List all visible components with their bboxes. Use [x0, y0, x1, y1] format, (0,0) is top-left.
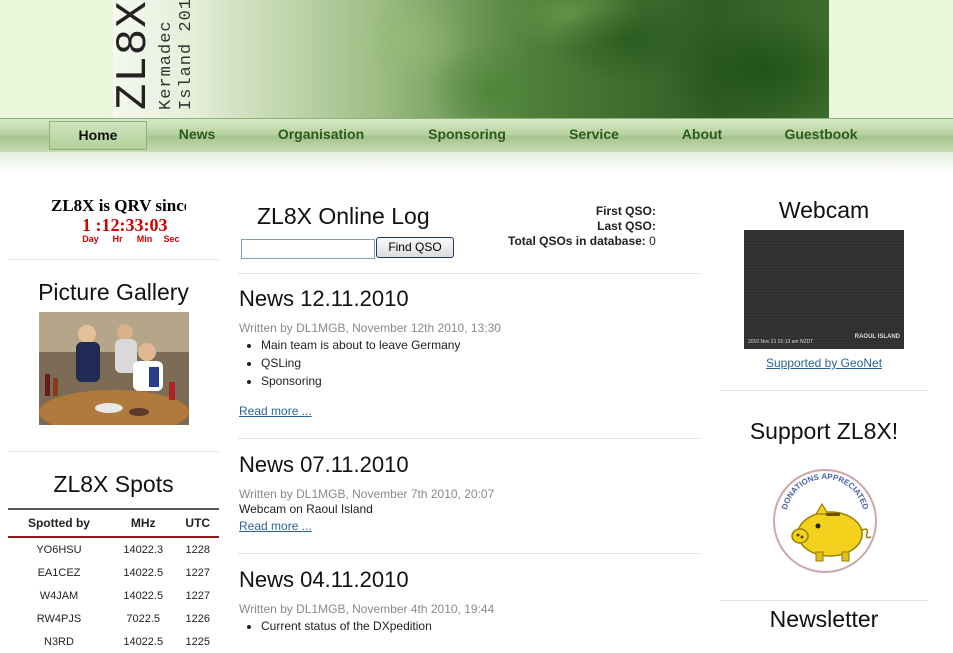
qso-stats: First QSO: Last QSO: Total QSOs in datab… — [508, 204, 656, 249]
total-qso-row: Total QSOs in database: 0 — [508, 234, 656, 249]
spots-header-row: Spotted by MHz UTC — [8, 508, 219, 538]
news-item-list: Main team is about to leave Germany QSLi… — [239, 336, 460, 390]
news-title[interactable]: News 12.11.2010 — [239, 286, 409, 312]
find-qso-button[interactable]: Find QSO — [376, 237, 454, 258]
first-qso-row: First QSO: — [508, 204, 656, 219]
spot-callsign: N3RD — [44, 635, 74, 648]
logo-subtitle-1: Kermadec — [157, 20, 176, 110]
main-nav: Home News Organisation Sponsoring Servic… — [0, 118, 953, 153]
news-meta: Written by DL1MGB, November 4th 2010, 19… — [239, 602, 495, 616]
news-title[interactable]: News 07.11.2010 — [239, 452, 409, 478]
nav-item-sponsoring[interactable]: Sponsoring — [415, 121, 519, 148]
header-banner: ZL8X Kermadec Island 2010 — [113, 0, 829, 118]
total-qso-label: Total QSOs in database: — [508, 234, 646, 248]
unit-second: Sec — [163, 234, 180, 244]
online-log-title: ZL8X Online Log — [257, 203, 430, 229]
donation-piggy-bank-icon[interactable]: DONATIONS APPRECIATED — [772, 468, 878, 574]
unit-minute: Min — [136, 234, 153, 244]
divider — [8, 451, 219, 452]
divider — [720, 600, 928, 601]
column-utc: UTC — [176, 508, 219, 538]
column-mhz: MHz — [109, 508, 177, 538]
read-more-link[interactable]: Read more ... — [239, 404, 312, 418]
unit-day: Day — [82, 234, 99, 244]
nav-item-about[interactable]: About — [670, 121, 734, 148]
support-title: Support ZL8X! — [749, 418, 899, 444]
nav-item-news[interactable]: News — [163, 121, 231, 148]
spot-frequency: 14022.5 — [123, 566, 164, 579]
webcam-title: Webcam — [778, 197, 870, 223]
spot-frequency: 14022.3 — [123, 543, 164, 556]
last-qso-row: Last QSO: — [508, 219, 656, 234]
gallery-title: Picture Gallery — [38, 279, 189, 305]
table-row: RW4PJS 7022.5 1226 — [8, 607, 219, 630]
spots-table: Spotted by MHz UTC YO6HSU 14022.3 1228 EA1… — [8, 508, 219, 653]
column-spotted-by: Spotted by — [8, 508, 110, 538]
spot-callsign: W4JAM — [39, 589, 79, 602]
webcam-timestamp: 2010 Nov 21 01:13 am NZDT — [748, 339, 814, 345]
spot-callsign: RW4PJS — [36, 612, 82, 625]
news-title[interactable]: News 04.11.2010 — [239, 567, 409, 593]
spot-callsign: EA1CEZ — [37, 566, 81, 579]
divider — [8, 259, 219, 260]
last-qso-label: Last QSO: — [597, 219, 656, 233]
nav-item-guestbook[interactable]: Guestbook — [772, 121, 870, 148]
list-item: Main team is about to leave Germany — [261, 336, 460, 354]
site-header: ZL8X Kermadec Island 2010 — [0, 0, 953, 118]
first-qso-label: First QSO: — [595, 204, 656, 218]
spot-time: 1227 — [185, 566, 210, 579]
geonet-link[interactable]: Supported by GeoNet — [720, 356, 928, 370]
news-meta: Written by DL1MGB, November 7th 2010, 20… — [239, 487, 495, 501]
news-text: Webcam on Raoul Island — [239, 502, 373, 516]
divider — [238, 273, 700, 274]
spots-title: ZL8X Spots — [53, 471, 174, 497]
nav-item-service[interactable]: Service — [558, 121, 630, 148]
read-more-link[interactable]: Read more ... — [239, 519, 312, 533]
spot-frequency: 7022.5 — [126, 612, 161, 625]
webcam-image[interactable]: RAOUL ISLAND 2010 Nov 21 01:13 am NZDT — [744, 230, 904, 349]
table-row: EA1CEZ 14022.5 1227 — [8, 561, 219, 584]
qrv-countdown-value: 1 :12:33:03 — [82, 215, 168, 235]
callsign-search-input[interactable] — [241, 239, 375, 259]
qrv-countdown-units: Day Hr Min Sec — [77, 234, 185, 244]
spot-frequency: 14022.5 — [123, 635, 164, 648]
spot-time: 1225 — [185, 635, 210, 648]
logo-subtitle-2: Island 2010 — [177, 0, 196, 110]
spot-time: 1227 — [185, 589, 210, 602]
spot-frequency: 14022.5 — [123, 589, 164, 602]
total-qso-value: 0 — [649, 234, 656, 248]
divider — [720, 390, 928, 391]
divider — [238, 553, 700, 554]
spot-time: 1226 — [185, 612, 210, 625]
nav-shadow — [0, 152, 953, 174]
site-logo: ZL8X — [113, 0, 159, 110]
table-row: W4JAM 14022.5 1227 — [8, 584, 219, 607]
gallery-photo[interactable] — [39, 312, 189, 425]
table-row: YO6HSU 14022.3 1228 — [8, 537, 219, 561]
list-item: Sponsoring — [261, 372, 460, 390]
nav-item-organisation[interactable]: Organisation — [266, 121, 376, 148]
news-item-list: Current status of the DXpedition — [239, 617, 432, 635]
spot-time: 1228 — [185, 543, 210, 556]
webcam-island-label: RAOUL ISLAND — [854, 334, 900, 340]
news-meta: Written by DL1MGB, November 12th 2010, 1… — [239, 321, 501, 335]
nav-item-home[interactable]: Home — [49, 121, 147, 150]
list-item: QSLing — [261, 354, 460, 372]
list-item: Current status of the DXpedition — [261, 617, 432, 635]
table-row: N3RD 14022.5 1225 — [8, 630, 219, 653]
qrv-countdown-title: ZL8X is QRV since — [51, 196, 186, 215]
newsletter-title: Newsletter — [769, 606, 879, 632]
spot-callsign: YO6HSU — [36, 543, 82, 556]
unit-hour: Hr — [112, 234, 123, 244]
divider — [238, 438, 700, 439]
